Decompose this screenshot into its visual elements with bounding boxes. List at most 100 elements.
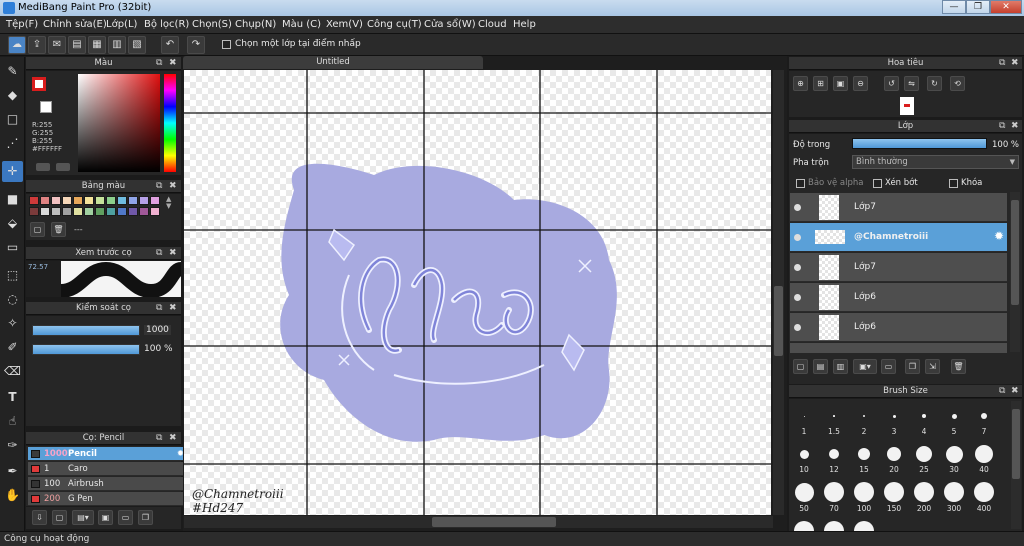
- zoom-in-icon[interactable]: ⊕: [793, 76, 808, 91]
- canvas-horizontal-thumb[interactable]: [432, 517, 556, 527]
- document-tab[interactable]: Untitled: [183, 56, 483, 69]
- columns-icon[interactable]: ▧: [128, 36, 146, 54]
- hue-slider[interactable]: [164, 74, 176, 172]
- text-tool-icon[interactable]: T: [2, 387, 23, 408]
- visibility-eye-icon[interactable]: [794, 204, 801, 211]
- brush-opacity-slider[interactable]: [32, 344, 140, 355]
- rotate-right-icon[interactable]: ↻: [927, 76, 942, 91]
- new-8bit-layer-icon[interactable]: ▥: [833, 359, 848, 374]
- brush-opacity-value[interactable]: 100 %: [144, 344, 173, 354]
- palette-swatch[interactable]: [40, 196, 50, 205]
- brush-size-option[interactable]: 20: [880, 443, 908, 474]
- minimize-button[interactable]: —: [942, 0, 966, 14]
- brush-item[interactable]: 200 G Pen: [28, 492, 188, 506]
- palette-swatch[interactable]: [95, 207, 105, 216]
- gear-icon[interactable]: ✹: [994, 229, 1004, 243]
- expand-icon[interactable]: ⧉: [156, 302, 162, 315]
- brush-size-option[interactable]: 300: [940, 481, 968, 513]
- brush-size-option[interactable]: 40: [970, 443, 998, 474]
- menu-file[interactable]: Tệp(F): [6, 19, 38, 30]
- palette-swatch[interactable]: [128, 207, 138, 216]
- expand-icon[interactable]: ⧉: [156, 432, 162, 445]
- close-icon[interactable]: ✖: [1011, 385, 1019, 398]
- foreground-color-swatch[interactable]: [32, 77, 46, 91]
- expand-icon[interactable]: ⧉: [999, 57, 1005, 70]
- menu-help[interactable]: Help: [513, 19, 536, 30]
- cloud-icon[interactable]: ☁: [8, 36, 26, 54]
- brush-size-slider[interactable]: [32, 325, 140, 336]
- menu-capture[interactable]: Chụp(N): [235, 19, 276, 30]
- brush-size-dot-partial[interactable]: [824, 521, 844, 531]
- protect-alpha-checkbox[interactable]: [796, 179, 805, 188]
- palette-swatch[interactable]: [40, 207, 50, 216]
- visibility-eye-icon[interactable]: [794, 264, 801, 271]
- brush-size-value[interactable]: 1000: [144, 325, 171, 335]
- hand-tool-icon[interactable]: ✋: [2, 485, 23, 506]
- gradient-tool-icon[interactable]: ▭: [2, 237, 23, 258]
- brush-size-option[interactable]: 400: [970, 481, 998, 513]
- menu-edit[interactable]: Chỉnh sửa(E): [43, 19, 107, 30]
- select-eraser-tool-icon[interactable]: ⌫: [2, 361, 23, 382]
- palette-swatch[interactable]: [106, 196, 116, 205]
- layer-row[interactable]: Lớp6: [790, 283, 1007, 312]
- restore-button[interactable]: ❐: [966, 0, 990, 14]
- visibility-eye-icon[interactable]: [794, 294, 801, 301]
- palette-swatch[interactable]: [117, 196, 127, 205]
- drawing-canvas[interactable]: @Chamnetroiii #Hd247: [184, 70, 771, 515]
- palette-swatch[interactable]: [150, 196, 160, 205]
- zoom-out-icon[interactable]: ⊖: [853, 76, 868, 91]
- brush-size-option[interactable]: 50: [790, 481, 818, 513]
- page-icon[interactable]: ▤: [68, 36, 86, 54]
- select-single-layer-checkbox[interactable]: [222, 40, 231, 49]
- expand-icon[interactable]: ⧉: [156, 247, 162, 260]
- add-brush-icon[interactable]: ▤▾: [72, 510, 94, 525]
- layer-row-selected[interactable]: @Chamnetroiii ✹: [790, 223, 1007, 252]
- brush-size-thumb[interactable]: [1012, 409, 1020, 479]
- fit-icon[interactable]: ⊞: [813, 76, 828, 91]
- magic-wand-tool-icon[interactable]: ✧: [2, 313, 23, 334]
- reset-view-icon[interactable]: ⟲: [950, 76, 965, 91]
- palette-swatch[interactable]: [139, 207, 149, 216]
- close-icon[interactable]: ✖: [169, 247, 177, 260]
- brush-size-option[interactable]: 30: [940, 443, 968, 474]
- menu-select[interactable]: Chọn(S): [192, 19, 232, 30]
- canvas-horizontal-scrollbar[interactable]: [184, 516, 773, 528]
- expand-icon[interactable]: ⧉: [999, 385, 1005, 398]
- menu-color[interactable]: Màu (C): [282, 19, 321, 30]
- close-icon[interactable]: ✖: [169, 302, 177, 315]
- palette-swatch[interactable]: [106, 207, 116, 216]
- palette-swatch[interactable]: [62, 207, 72, 216]
- saturation-brightness-picker[interactable]: [78, 74, 160, 172]
- palette-swatch[interactable]: [51, 196, 61, 205]
- pen-tool-icon[interactable]: ✒: [2, 461, 23, 482]
- menu-tools[interactable]: Công cụ(T): [367, 19, 422, 30]
- brush-size-option[interactable]: 12: [820, 443, 848, 474]
- folder-icon[interactable]: ▭: [881, 359, 896, 374]
- canvas-vertical-scrollbar[interactable]: [773, 70, 784, 515]
- palette-swatch[interactable]: [29, 196, 39, 205]
- document-icon[interactable]: ▦: [88, 36, 106, 54]
- palette-swatch[interactable]: [95, 196, 105, 205]
- brush-size-option[interactable]: 5: [940, 405, 968, 436]
- visibility-eye-icon[interactable]: [794, 234, 801, 241]
- brush-size-dot-partial[interactable]: [794, 521, 814, 531]
- bucket-tool-icon[interactable]: ⬙: [2, 213, 23, 234]
- folder-icon[interactable]: ▭: [118, 510, 133, 525]
- grid-icon[interactable]: ▥: [108, 36, 126, 54]
- redo-icon[interactable]: ↷: [187, 36, 205, 54]
- close-icon[interactable]: ✖: [1011, 120, 1019, 133]
- palette-swatch[interactable]: [29, 207, 39, 216]
- palette-swatch[interactable]: [62, 196, 72, 205]
- brush-size-option[interactable]: 150: [880, 481, 908, 513]
- merge-down-icon[interactable]: ⇲: [925, 359, 940, 374]
- brush-size-option[interactable]: 1: [790, 405, 818, 436]
- brush-size-option[interactable]: 1.5: [820, 405, 848, 436]
- brush-size-option[interactable]: 25: [910, 443, 938, 474]
- layer-row[interactable]: Lớp7: [790, 193, 1007, 222]
- select-rect-tool-icon[interactable]: ⬚: [2, 265, 23, 286]
- menu-cloud[interactable]: Cloud: [478, 19, 507, 30]
- brush-size-option[interactable]: 70: [820, 481, 848, 513]
- clipping-checkbox[interactable]: [873, 179, 882, 188]
- cloud-download-icon[interactable]: ⇩: [32, 510, 47, 525]
- layer-list-scrollbar[interactable]: [1010, 192, 1020, 352]
